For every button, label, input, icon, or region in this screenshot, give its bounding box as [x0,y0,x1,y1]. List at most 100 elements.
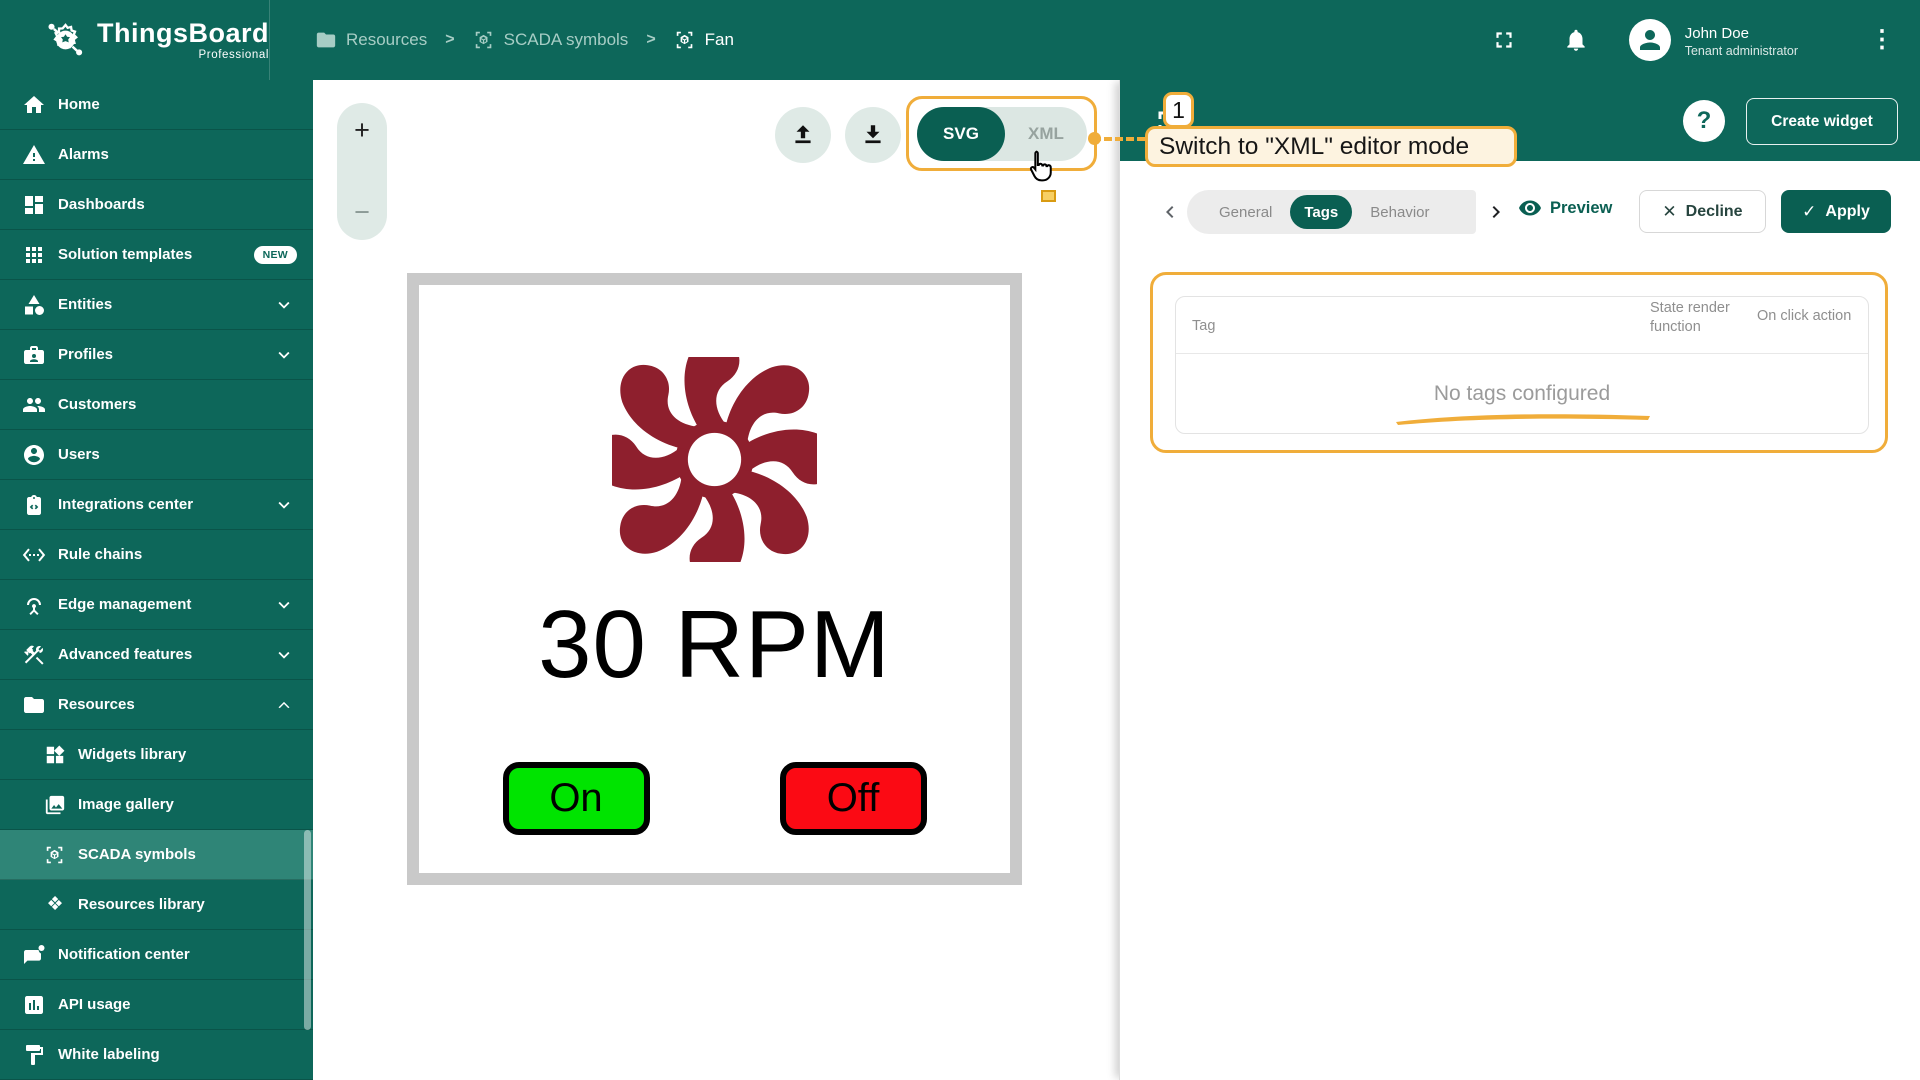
scada-symbol-editor: ThingsBoard Professional Resources > SCA… [0,0,1920,1080]
user-role: Tenant administrator [1685,44,1798,58]
sidebar-item-solution-templates[interactable]: Solution templates NEW [0,230,313,280]
antenna-icon [22,593,46,617]
user-avatar[interactable] [1629,19,1671,61]
toggle-svg-option[interactable]: SVG [917,107,1005,161]
scada-cube-icon [44,844,66,866]
tab-behavior[interactable]: Behavior [1356,204,1443,221]
home-icon [22,93,46,117]
column-on-click-action: On click action [1757,307,1862,326]
chart-icon [22,993,46,1017]
zoom-in-button[interactable]: + [354,117,370,144]
download-icon [860,122,886,148]
person-icon [1635,25,1665,55]
breadcrumb: Resources > SCADA symbols > Fan [270,29,734,51]
sidebar-item-rule-chains[interactable]: Rule chains [0,530,313,580]
apply-button[interactable]: ✓ Apply [1781,190,1891,233]
upload-icon [790,122,816,148]
chevron-down-icon [273,344,295,366]
sidebar-item-entities[interactable]: Entities [0,280,313,330]
thingsboard-logo-icon [44,17,87,63]
chevron-down-icon [273,294,295,316]
sidebar-item-widgets-library[interactable]: Widgets library [0,730,313,780]
sidebar-item-white-labeling[interactable]: White labeling [0,1030,313,1080]
sidebar-item-resources[interactable]: Resources [0,680,313,730]
fullscreen-icon[interactable] [1491,27,1517,53]
sidebar-item-scada-symbols[interactable]: SCADA symbols [0,830,313,880]
tags-empty-row: No tags configured [1176,354,1868,433]
brand-text: ThingsBoard Professional [97,19,269,61]
photo-library-icon [44,794,66,816]
download-button[interactable] [845,107,901,163]
folder-icon [22,693,46,717]
upload-button[interactable] [775,107,831,163]
sidebar-item-api-usage[interactable]: API usage [0,980,313,1030]
sidebar-item-edge-management[interactable]: Edge management [0,580,313,630]
scada-icon [674,29,696,51]
eye-icon [1518,196,1542,220]
symbol-buttons-row: On Off [503,762,927,835]
sidebar-item-resources-library[interactable]: ❖ Resources library [0,880,313,930]
sidebar-item-users[interactable]: Users [0,430,313,480]
fan-off-button[interactable]: Off [780,762,927,835]
tabs-scroll-right-icon[interactable] [1484,200,1508,224]
guide-underline-swoosh [1394,412,1656,426]
zoom-out-button[interactable]: − [354,199,370,226]
help-button[interactable]: ? [1683,100,1725,142]
sidebar: Home Alarms Dashboards Solution template… [0,80,313,1080]
widgets-icon [44,744,66,766]
brand-name: ThingsBoard [97,19,269,47]
tags-table-header: Tag State render function On click actio… [1176,297,1868,354]
new-badge: NEW [254,246,297,264]
panel-toolbar: General Tags Behavior Properties Preview… [1120,190,1920,234]
people-icon [22,393,46,417]
close-icon: ✕ [1662,202,1676,222]
tab-general[interactable]: General [1205,204,1286,221]
create-widget-button[interactable]: Create widget [1746,98,1898,145]
folder-icon [315,29,337,51]
sidebar-item-home[interactable]: Home [0,80,313,130]
integrations-icon [22,493,46,517]
sidebar-scrollbar[interactable] [304,830,311,1030]
sidebar-item-integrations-center[interactable]: Integrations center [0,480,313,530]
sidebar-item-dashboards[interactable]: Dashboards [0,180,313,230]
column-state-render-function: State render function [1650,299,1742,337]
breadcrumb-resources[interactable]: Resources [315,29,427,51]
breadcrumb-separator: > [439,31,460,49]
guide-step-badge: 1 [1163,92,1194,128]
brand[interactable]: ThingsBoard Professional [0,17,269,63]
sidebar-item-advanced-features[interactable]: Advanced features [0,630,313,680]
brand-subtitle: Professional [199,49,269,61]
chevron-down-icon [273,494,295,516]
tabs-scroll-left-icon[interactable] [1158,200,1182,224]
tab-tags[interactable]: Tags [1290,195,1352,229]
chevron-down-icon [273,594,295,616]
sidebar-item-profiles[interactable]: Profiles [0,330,313,380]
notification-center-icon [22,943,46,967]
tools-icon [22,643,46,667]
category-icon [22,293,46,317]
decline-button[interactable]: ✕ Decline [1639,190,1766,233]
rpm-value-text: 30 RPM [538,590,891,700]
fan-on-button[interactable]: On [503,762,650,835]
sidebar-item-notification-center[interactable]: Notification center [0,930,313,980]
sidebar-item-image-gallery[interactable]: Image gallery [0,780,313,830]
notifications-bell-icon[interactable] [1563,27,1589,53]
sidebar-item-alarms[interactable]: Alarms [0,130,313,180]
column-tag: Tag [1192,317,1215,336]
paint-roller-icon [22,1043,46,1067]
scada-icon [473,29,495,51]
symbol-settings-panel: ? Create widget General Tags Behavior Pr… [1119,80,1920,1080]
rule-chains-icon [22,543,46,567]
badge-icon [22,343,46,367]
breadcrumb-fan[interactable]: Fan [674,29,734,51]
tab-properties[interactable]: Properties [1447,204,1461,221]
kebab-menu-icon[interactable]: ⋮ [1870,34,1894,46]
hand-cursor-icon [1022,148,1062,192]
preview-button[interactable]: Preview [1518,196,1612,220]
zoom-control: + − [337,103,387,240]
sidebar-item-customers[interactable]: Customers [0,380,313,430]
breadcrumb-scada-symbols[interactable]: SCADA symbols [473,29,629,51]
header-actions: John Doe Tenant administrator ⋮ [1491,19,1920,61]
chevron-up-icon [273,694,295,716]
user-menu[interactable]: John Doe Tenant administrator [1685,23,1798,58]
